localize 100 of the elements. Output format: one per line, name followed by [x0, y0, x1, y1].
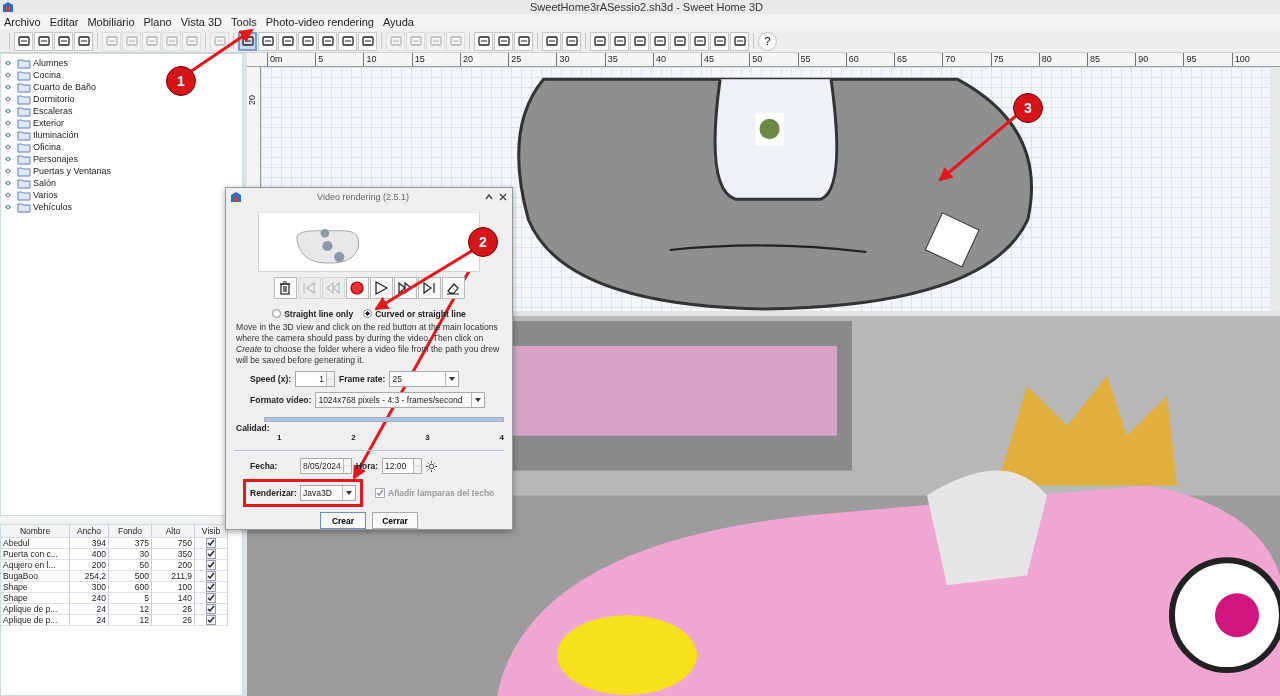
menu-item[interactable]: Editar — [49, 16, 79, 28]
tool-icon — [36, 34, 51, 48]
tool-icon — [564, 34, 579, 48]
path-button[interactable] — [441, 276, 465, 299]
tool-icon — [388, 34, 403, 48]
menu-item[interactable]: Mobiliario — [87, 16, 135, 28]
menu-item[interactable]: Photo-video rendering — [265, 16, 374, 28]
toolbar-button[interactable] — [650, 31, 669, 51]
tool-icon — [360, 34, 375, 48]
toolbar-button[interactable] — [690, 31, 709, 51]
quality-slider[interactable] — [264, 415, 504, 424]
close-icon[interactable] — [498, 192, 508, 203]
folder-icon — [17, 201, 31, 213]
menu-item[interactable]: Vista 3D — [180, 16, 223, 28]
category-item[interactable]: Alumnes — [33, 58, 68, 68]
date-label: Fecha: — [250, 461, 279, 471]
date-spinner[interactable]: 8/05/2024 — [300, 458, 352, 474]
column-header[interactable]: Nombre — [1, 525, 70, 538]
menu-item[interactable]: Tools — [231, 16, 257, 28]
toolbar-button[interactable] — [494, 31, 513, 51]
tick-label: 3 — [425, 433, 430, 443]
path-button[interactable] — [369, 276, 393, 299]
path-mode-radio[interactable]: Straight line only — [272, 308, 354, 319]
help-button[interactable]: ? — [758, 31, 777, 51]
visible-checkbox[interactable] — [206, 549, 216, 559]
tool-icon — [104, 34, 119, 48]
toolbar-button[interactable] — [630, 31, 649, 51]
category-item[interactable]: Dormitorio — [33, 94, 75, 104]
table-cell: 26 — [152, 604, 195, 615]
table-cell: 30 — [109, 549, 152, 560]
toolbar-button[interactable] — [358, 31, 377, 51]
frame-rate-dropdown[interactable]: 25 — [389, 370, 460, 387]
visible-checkbox[interactable] — [206, 604, 216, 614]
house-icon — [230, 191, 242, 204]
ruler-label: 30 — [556, 53, 605, 66]
toolbar-button[interactable] — [318, 31, 337, 51]
toolbar-button[interactable] — [474, 31, 493, 51]
menu-item[interactable]: Archivo — [4, 16, 41, 28]
toolbar-button[interactable] — [542, 31, 561, 51]
visible-checkbox[interactable] — [206, 560, 216, 570]
category-item[interactable]: Salón — [33, 178, 57, 188]
tool-icon — [280, 34, 295, 48]
toolbar-button[interactable] — [730, 31, 749, 51]
tool-icon — [184, 34, 199, 48]
vertical-scrollbar[interactable] — [1270, 67, 1280, 311]
toolbar-button[interactable] — [590, 31, 609, 51]
category-item[interactable]: Iluminación — [33, 130, 79, 140]
visible-checkbox[interactable] — [206, 538, 216, 548]
category-item[interactable]: Cocina — [33, 70, 61, 80]
column-header[interactable]: Ancho — [70, 525, 109, 538]
ruler-label: 50 — [749, 53, 798, 66]
toolbar-button[interactable] — [670, 31, 689, 51]
renderer-dropdown[interactable]: Java3D — [300, 485, 356, 501]
category-item[interactable]: Personajes — [33, 154, 79, 164]
tool-icon — [124, 34, 139, 48]
visible-checkbox[interactable] — [206, 593, 216, 603]
category-item[interactable]: Vehículos — [33, 202, 73, 212]
category-item[interactable]: Puertas y Ventanas — [33, 166, 112, 176]
toolbar-button[interactable] — [514, 31, 533, 51]
path-button[interactable] — [417, 276, 441, 299]
record-icon — [349, 279, 365, 296]
tree-icon[interactable] — [755, 112, 784, 146]
toolbar-button[interactable] — [74, 31, 93, 51]
visible-checkbox[interactable] — [206, 615, 216, 625]
tool-icon — [476, 34, 491, 48]
toolbar-button[interactable] — [14, 31, 33, 51]
category-item[interactable]: Cuarto de Baño — [33, 82, 97, 92]
tool-icon — [496, 34, 511, 48]
toolbar-button[interactable] — [34, 31, 53, 51]
toolbar-button[interactable] — [562, 31, 581, 51]
column-header[interactable]: Fondo — [109, 525, 152, 538]
column-header[interactable]: Alto — [152, 525, 195, 538]
path-button[interactable] — [345, 276, 369, 299]
visible-checkbox[interactable] — [206, 582, 216, 592]
table-cell: 375 — [109, 538, 152, 549]
category-item[interactable]: Escaleras — [33, 106, 73, 116]
skip-forward-icon — [421, 279, 437, 296]
column-header[interactable]: Visib — [195, 525, 228, 538]
time-spinner[interactable]: 12:00 — [382, 458, 423, 474]
category-item[interactable]: Oficina — [33, 142, 61, 152]
toolbar-button[interactable] — [278, 31, 297, 51]
toolbar-button[interactable] — [338, 31, 357, 51]
dialog-button[interactable]: Cerrar — [372, 512, 418, 529]
toolbar-button[interactable] — [258, 31, 277, 51]
tool-icon — [544, 34, 559, 48]
path-button[interactable] — [273, 276, 297, 299]
toolbar-button[interactable] — [610, 31, 629, 51]
dialog-button[interactable]: Crear — [320, 512, 366, 529]
speed-spinner[interactable]: 1 — [295, 370, 336, 387]
toolbar-button[interactable] — [298, 31, 317, 51]
toolbar-button[interactable] — [710, 31, 729, 51]
category-item[interactable]: Varios — [33, 190, 58, 200]
visible-checkbox[interactable] — [206, 571, 216, 581]
category-item[interactable]: Exterior — [33, 118, 64, 128]
menu-item[interactable]: Ayuda — [382, 16, 414, 28]
frame-rate-label: Frame rate: — [339, 373, 386, 384]
menu-item[interactable]: Plano — [143, 16, 172, 28]
toolbar-button[interactable] — [54, 31, 73, 51]
play-icon — [373, 279, 389, 296]
video-format-dropdown[interactable]: 1024x768 pixels - 4:3 - frames/second — [315, 391, 486, 408]
